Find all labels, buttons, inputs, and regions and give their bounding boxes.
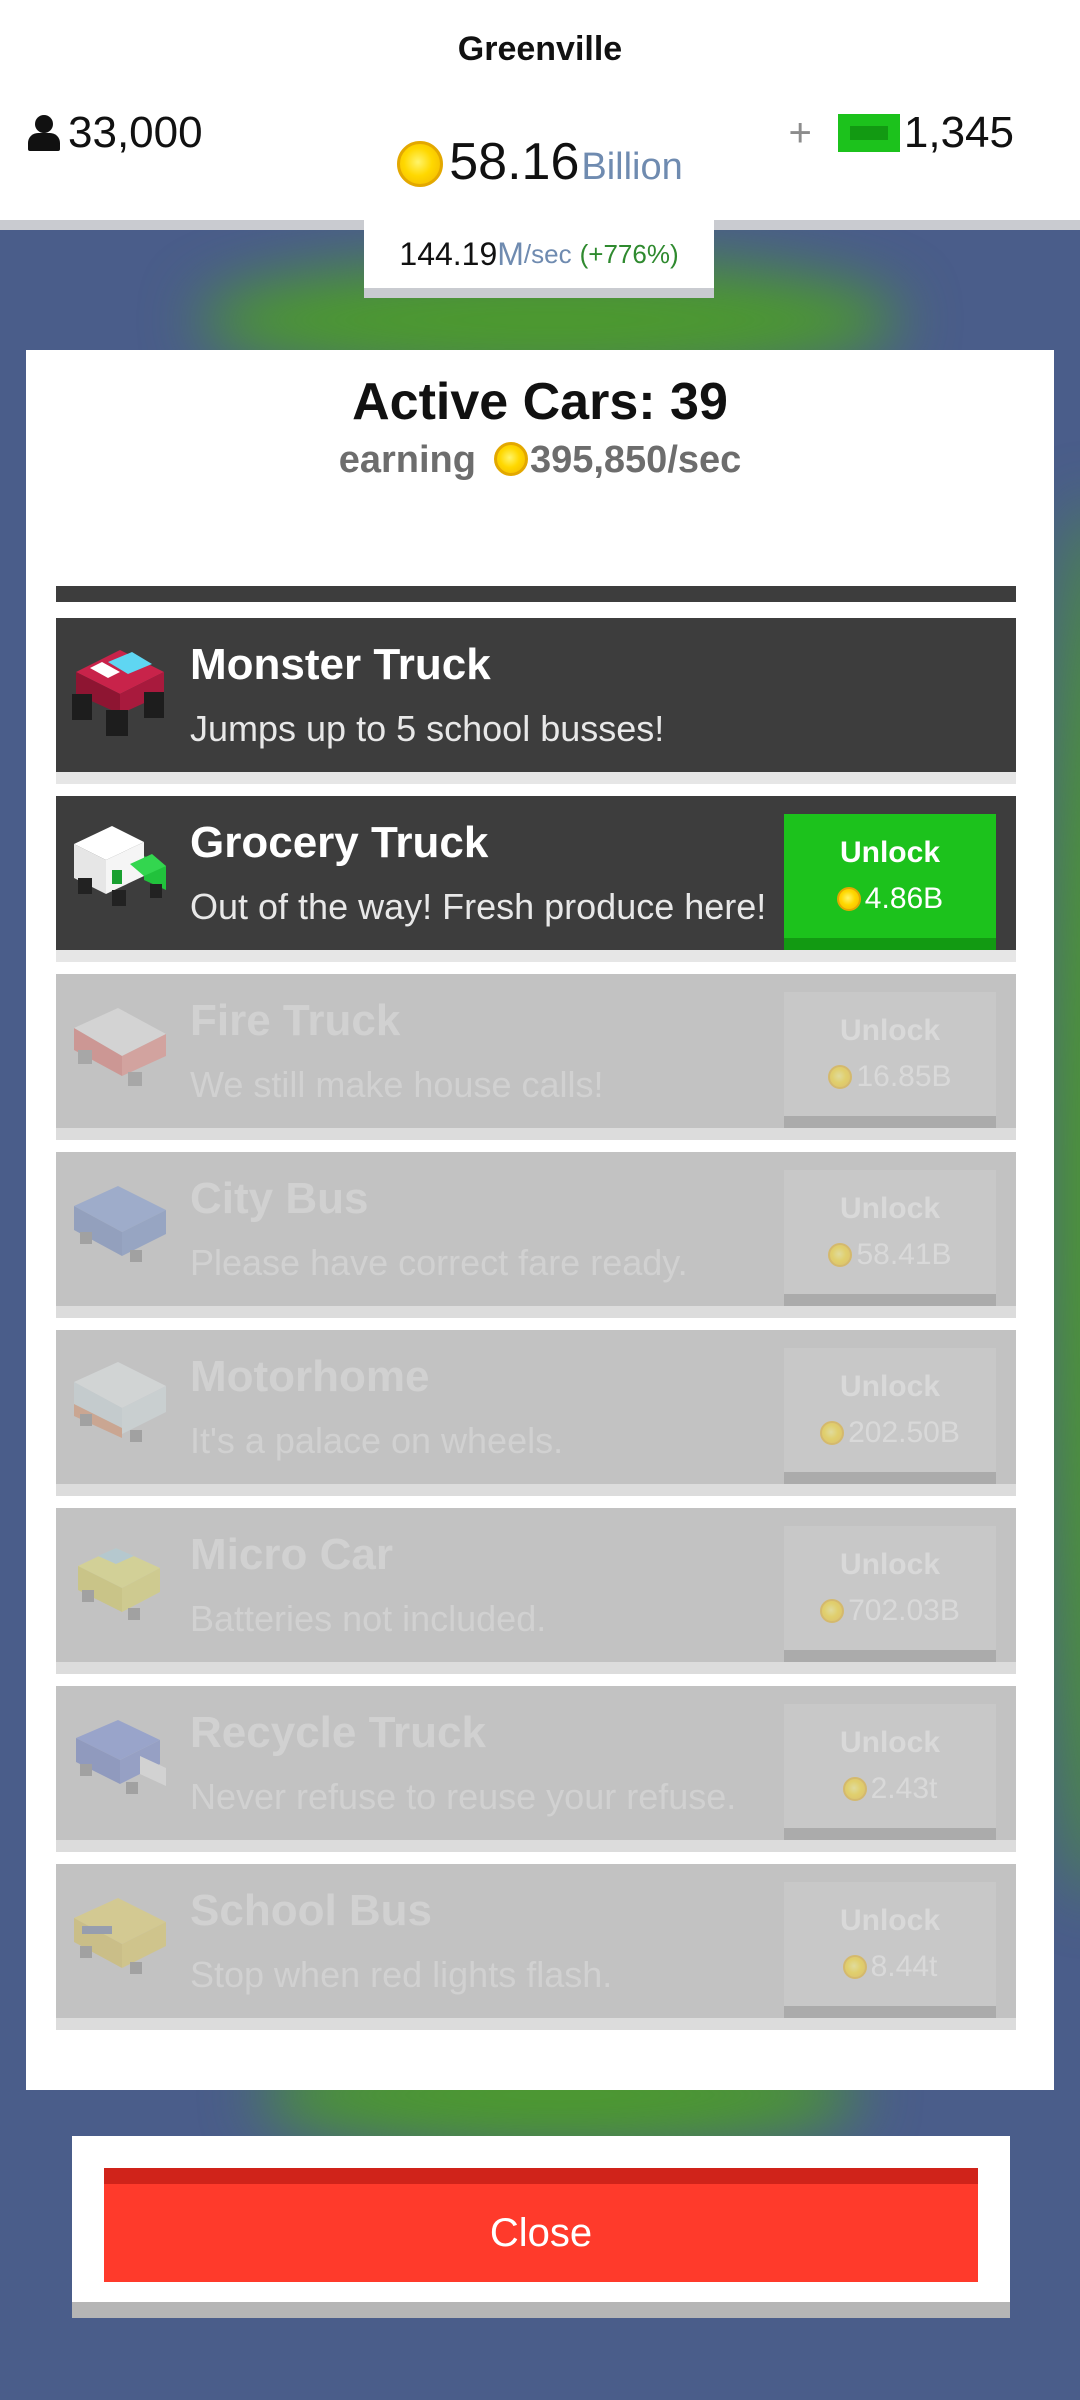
vehicle-row-motorhome: Motorhome It's a palace on wheels. Unloc… <box>56 1330 1016 1496</box>
panel-title: Active Cars: 39 <box>352 373 728 431</box>
vehicle-desc: Never refuse to reuse your refuse. <box>190 1776 737 1817</box>
vehicle-row-micro-car: Micro Car Batteries not included. Unlock… <box>56 1508 1016 1674</box>
unlock-price: 16.85B <box>828 1060 952 1094</box>
vehicle-name: Grocery Truck <box>190 818 489 867</box>
unlock-price: 702.03B <box>820 1594 960 1628</box>
rate-value: 144.19 <box>399 235 498 272</box>
vehicle-name: Motorhome <box>190 1352 430 1401</box>
price-value: 8.44t <box>870 1950 938 1983</box>
vehicle-row-grocery-truck: Grocery Truck Out of the way! Fresh prod… <box>56 796 1016 962</box>
vehicle-desc: We still make house calls! <box>190 1064 604 1105</box>
coin-icon <box>493 442 528 476</box>
school-bus-icon <box>74 1898 166 1974</box>
cash-value: 1,345 <box>903 108 1014 157</box>
unlock-price: 8.44t <box>842 1950 938 1984</box>
vehicle-row-fire-truck: Fire Truck We still make house calls! Un… <box>56 974 1016 1140</box>
grocery-truck-icon <box>74 826 166 906</box>
vehicle-desc: Batteries not included. <box>190 1598 547 1639</box>
vehicle-desc: It's a palace on wheels. <box>190 1420 564 1461</box>
unlock-button-grocery-truck[interactable]: Unlock 4.86B <box>784 814 996 950</box>
unlock-button-school-bus[interactable]: Unlock 8.44t <box>784 1882 996 2018</box>
unlock-label: Unlock <box>839 1014 941 1047</box>
price-value: 16.85B <box>856 1060 952 1093</box>
vehicle-desc: Please have correct fare ready. <box>190 1242 688 1283</box>
vehicle-row-monster-truck: Monster Truck Jumps up to 5 school busse… <box>56 618 1016 784</box>
add-cash-button[interactable]: + <box>789 111 812 156</box>
vehicle-name: City Bus <box>190 1174 369 1223</box>
price-value: 58.41B <box>856 1238 952 1271</box>
coin-icon <box>842 1955 867 1979</box>
price-value: 702.03B <box>848 1594 960 1627</box>
unlock-button-micro-car[interactable]: Unlock 702.03B <box>784 1526 996 1662</box>
coin-icon <box>842 1777 867 1801</box>
close-button-container: Close <box>72 2136 1010 2318</box>
vehicle-row-city-bus: City Bus Please have correct fare ready.… <box>56 1152 1016 1318</box>
rate-change: (+776%) <box>579 238 679 269</box>
fire-truck-icon <box>74 1008 166 1086</box>
rate-unit: M <box>497 235 524 272</box>
background-map-right <box>1050 500 1080 1900</box>
unlock-button-recycle-truck[interactable]: Unlock 2.43t <box>784 1704 996 1840</box>
earning-summary: earning 395,850/sec <box>26 438 1054 482</box>
income-rate: 144.19 M /sec (+776%) <box>364 220 714 298</box>
unlock-price: 58.41B <box>828 1238 952 1272</box>
coin-icon <box>828 1243 853 1267</box>
active-cars-panel: Active Cars: 39 earning 395,850/sec Monst… <box>26 350 1054 2090</box>
motorhome-icon <box>74 1362 166 1442</box>
list-top-divider <box>56 586 1016 602</box>
vehicle-name: Recycle Truck <box>190 1708 486 1757</box>
rate-suffix: /sec <box>523 238 572 269</box>
city-name: Greenville <box>457 30 623 68</box>
coin-icon <box>836 887 861 911</box>
unlock-button-fire-truck[interactable]: Unlock 16.85B <box>784 992 996 1128</box>
price-value: 2.43t <box>870 1772 938 1805</box>
vehicle-name: Monster Truck <box>190 640 491 689</box>
coin-unit: Billion <box>581 146 683 188</box>
vehicle-desc: Stop when red lights flash. <box>190 1954 613 1995</box>
unlock-price: 2.43t <box>842 1772 938 1806</box>
vehicle-name: School Bus <box>190 1886 433 1935</box>
coin-icon <box>397 141 444 187</box>
unlock-label: Unlock <box>839 1192 941 1225</box>
vehicle-name: Micro Car <box>190 1530 393 1579</box>
vehicle-row-school-bus: School Bus Stop when red lights flash. U… <box>56 1864 1016 2030</box>
earning-value: 395,850/sec <box>529 439 742 481</box>
unlock-label: Unlock <box>839 836 941 869</box>
coin-icon <box>820 1421 845 1445</box>
price-value: 202.50B <box>848 1416 960 1449</box>
coin-icon <box>828 1065 853 1089</box>
recycle-truck-icon <box>76 1720 166 1794</box>
city-bus-icon <box>74 1186 166 1262</box>
coin-amount: 58.16 <box>449 133 580 191</box>
unlock-button-city-bus[interactable]: Unlock 58.41B <box>784 1170 996 1306</box>
unlock-label: Unlock <box>839 1904 941 1937</box>
close-button[interactable]: Close <box>104 2168 978 2282</box>
coin-icon <box>820 1599 845 1623</box>
unlock-price: 202.50B <box>820 1416 960 1450</box>
top-stats-bar: Greenville 33,000 58.16 Billion + 1,345 <box>0 0 1080 220</box>
vehicle-desc: Out of the way! Fresh produce here! <box>190 886 767 927</box>
price-value: 4.86B <box>864 882 944 915</box>
cash-icon <box>837 114 900 152</box>
unlock-label: Unlock <box>839 1370 941 1403</box>
unlock-price: 4.86B <box>836 882 944 916</box>
vehicle-row-recycle-truck: Recycle Truck Never refuse to reuse your… <box>56 1686 1016 1852</box>
monster-truck-icon <box>72 650 164 736</box>
micro-car-icon <box>78 1548 160 1620</box>
earning-label: earning <box>338 439 476 481</box>
cash-counter[interactable]: + 1,345 <box>789 108 1014 158</box>
unlock-label: Unlock <box>839 1548 941 1581</box>
unlock-button-motorhome[interactable]: Unlock 202.50B <box>784 1348 996 1484</box>
unlock-label: Unlock <box>839 1726 941 1759</box>
vehicle-name: Fire Truck <box>190 996 401 1045</box>
vehicle-desc: Jumps up to 5 school busses! <box>190 708 665 749</box>
